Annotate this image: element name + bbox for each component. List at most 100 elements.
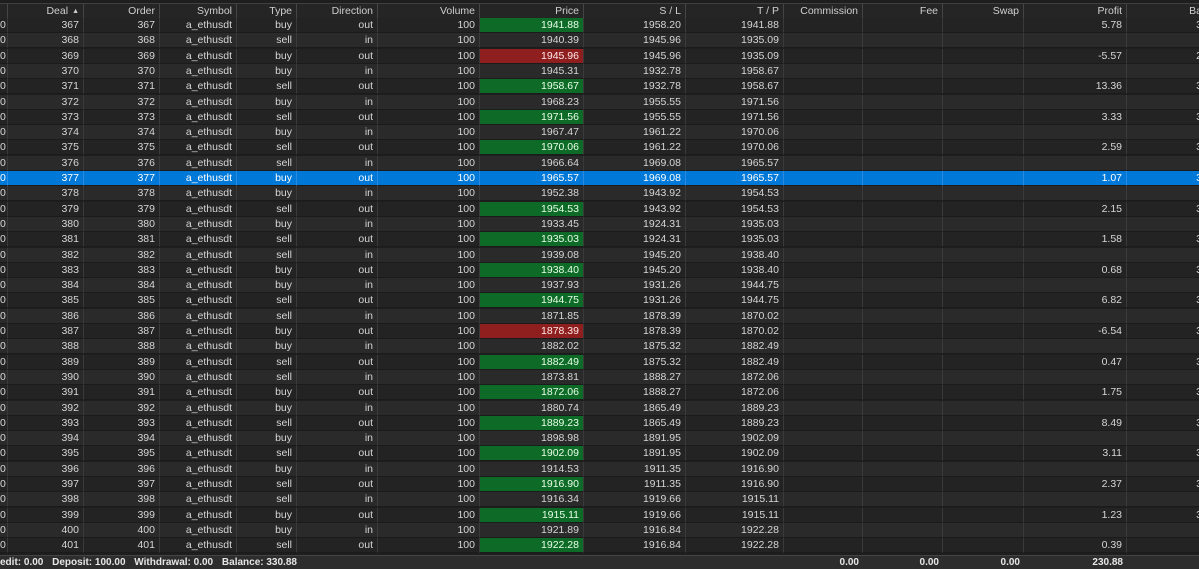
column-header-fee[interactable]: Fee [863, 4, 943, 19]
column-header-balance[interactable]: Ba [1127, 4, 1199, 19]
table-row[interactable]: 0 383 383 a_ethusdt buy out 100 1938.40 1945.20 1… [0, 262, 1199, 278]
column-header-tp[interactable]: T / P [686, 4, 784, 19]
column-header-label: Ba [1189, 5, 1199, 17]
cell-commission [784, 400, 863, 416]
cell-commission [784, 461, 863, 477]
cell-symbol: a_ethusdt [160, 278, 237, 294]
cell-tp: 1941.88 [686, 18, 784, 33]
cell-sl: 1875.32 [584, 339, 686, 355]
cell-order: 398 [84, 492, 160, 508]
cell-profit: 1.75 [1024, 385, 1127, 401]
cell-sl: 1875.32 [584, 354, 686, 370]
cell-deal: 397 [8, 477, 84, 492]
column-header-profit[interactable]: Profit [1024, 4, 1127, 19]
cell-commission [784, 324, 863, 339]
cell-volume: 100 [378, 415, 480, 431]
table-row[interactable]: 0 396 396 a_ethusdt buy in 100 1914.53 1911.35 19… [0, 461, 1199, 477]
cell-commission [784, 522, 863, 538]
table-row[interactable]: 0 386 386 a_ethusdt sell in 100 1871.85 1878.39 1… [0, 308, 1199, 324]
cell-sl: 1969.08 [584, 155, 686, 171]
table-row[interactable]: 0 378 378 a_ethusdt buy in 100 1952.38 1943.92 19… [0, 186, 1199, 202]
column-header-direction[interactable]: Direction [297, 4, 378, 19]
column-header-swap[interactable]: Swap [943, 4, 1024, 19]
table-row[interactable]: 0 379 379 a_ethusdt sell out 100 1954.53 1943.92… [0, 201, 1199, 217]
table-row[interactable]: 0 391 391 a_ethusdt buy out 100 1872.06 1888.27 1… [0, 385, 1199, 401]
table-row-selected[interactable]: 0 377 377 a_ethusdt buy out 100 1965.57 1969.08 1… [0, 171, 1199, 186]
table-row[interactable]: 0 400 400 a_ethusdt buy in 100 1921.89 1916.84 19… [0, 522, 1199, 538]
table-row[interactable]: 0 397 397 a_ethusdt sell out 100 1916.90 1911.35… [0, 477, 1199, 492]
cell-commission [784, 278, 863, 294]
table-row[interactable]: 0 367 367 a_ethusdt buy out 100 1941.88 1958.20 1… [0, 18, 1199, 33]
cell-commission [784, 216, 863, 232]
table-row[interactable]: 0 382 382 a_ethusdt sell in 100 1939.08 1945.20 1… [0, 247, 1199, 263]
table-row[interactable]: 0 387 387 a_ethusdt buy out 100 1878.39 1878.39 1… [0, 324, 1199, 339]
cell-deal: 381 [8, 232, 84, 248]
cell-volume: 100 [378, 278, 480, 294]
column-header-sl[interactable]: S / L [584, 4, 686, 19]
cell-profit [1024, 339, 1127, 355]
cell-profit [1024, 400, 1127, 416]
cell-direction: out [297, 262, 378, 278]
table-row[interactable]: 0 398 398 a_ethusdt sell in 100 1916.34 1919.66 1… [0, 492, 1199, 508]
cell-fee [863, 446, 943, 462]
cell-profit [1024, 278, 1127, 294]
table-row[interactable]: 0 369 369 a_ethusdt buy out 100 1945.96 1945.96 1… [0, 48, 1199, 64]
cell-commission [784, 201, 863, 217]
table-row[interactable]: 0 389 389 a_ethusdt sell out 100 1882.49 1875.32… [0, 354, 1199, 370]
table-row[interactable]: 0 401 401 a_ethusdt sell out 100 1922.28 1916.84… [0, 538, 1199, 554]
column-header-type[interactable]: Type [237, 4, 297, 19]
cell-deal: 374 [8, 125, 84, 141]
cell-direction: out [297, 18, 378, 33]
table-row[interactable]: 0 381 381 a_ethusdt sell out 100 1935.03 1924.31… [0, 232, 1199, 248]
table-row[interactable]: 0 370 370 a_ethusdt buy in 100 1945.31 1932.78 19… [0, 63, 1199, 79]
column-header-commission[interactable]: Commission [784, 4, 863, 19]
cell-commission [784, 477, 863, 492]
cell-fee [863, 400, 943, 416]
table-row[interactable]: 0 371 371 a_ethusdt sell out 100 1958.67 1932.78… [0, 79, 1199, 95]
cell-commission [784, 507, 863, 523]
cell-price: 1933.45 [480, 216, 584, 232]
cell-time: 0 [0, 415, 8, 431]
cell-tp: 1971.56 [686, 94, 784, 110]
table-row[interactable]: 0 375 375 a_ethusdt sell out 100 1970.06 1961.22… [0, 140, 1199, 156]
table-row[interactable]: 0 390 390 a_ethusdt sell in 100 1873.81 1888.27 1… [0, 369, 1199, 385]
cell-deal: 373 [8, 109, 84, 125]
cell-direction: in [297, 125, 378, 141]
column-header-price[interactable]: Price [480, 4, 584, 19]
cell-symbol: a_ethusdt [160, 18, 237, 33]
table-row[interactable]: 0 380 380 a_ethusdt buy in 100 1933.45 1924.31 19… [0, 216, 1199, 232]
cell-commission [784, 109, 863, 125]
cell-commission [784, 48, 863, 64]
table-row[interactable]: 0 384 384 a_ethusdt buy in 100 1937.93 1931.26 19… [0, 278, 1199, 294]
cell-volume: 100 [378, 18, 480, 33]
table-row[interactable]: 0 385 385 a_ethusdt sell out 100 1944.75 1931.26… [0, 293, 1199, 309]
cell-swap [943, 109, 1024, 125]
table-row[interactable]: 0 394 394 a_ethusdt buy in 100 1898.98 1891.95 19… [0, 431, 1199, 447]
table-row[interactable]: 0 395 395 a_ethusdt sell out 100 1902.09 1891.95… [0, 446, 1199, 462]
cell-fee [863, 492, 943, 508]
cell-balance: 3 [1127, 385, 1199, 401]
cell-sl: 1891.95 [584, 431, 686, 447]
column-header-deal[interactable]: Deal ▲ [8, 4, 84, 19]
table-row[interactable]: 0 372 372 a_ethusdt buy in 100 1968.23 1955.55 19… [0, 94, 1199, 110]
column-header-order[interactable]: Order [84, 4, 160, 19]
table-row[interactable]: 0 374 374 a_ethusdt buy in 100 1967.47 1961.22 19… [0, 125, 1199, 141]
cell-order: 395 [84, 446, 160, 462]
column-header-volume[interactable]: Volume [378, 4, 480, 19]
cell-commission [784, 79, 863, 95]
cell-direction: out [297, 477, 378, 492]
table-row[interactable]: 0 393 393 a_ethusdt sell out 100 1889.23 1865.49… [0, 415, 1199, 431]
cell-direction: out [297, 324, 378, 339]
cell-time: 0 [0, 446, 8, 462]
cell-order: 400 [84, 522, 160, 538]
column-header-symbol[interactable]: Symbol [160, 4, 237, 19]
table-row[interactable]: 0 388 388 a_ethusdt buy in 100 1882.02 1875.32 18… [0, 339, 1199, 355]
table-row[interactable]: 0 373 373 a_ethusdt sell out 100 1971.56 1955.55… [0, 109, 1199, 125]
cell-sl: 1943.92 [584, 201, 686, 217]
table-row[interactable]: 0 392 392 a_ethusdt buy in 100 1880.74 1865.49 18… [0, 400, 1199, 416]
table-row[interactable]: 0 376 376 a_ethusdt sell in 100 1966.64 1969.08 1… [0, 155, 1199, 171]
column-header-time[interactable] [0, 4, 8, 19]
cell-profit: -5.57 [1024, 48, 1127, 64]
table-row[interactable]: 0 368 368 a_ethusdt sell in 100 1940.39 1945.96 1… [0, 33, 1199, 49]
table-row[interactable]: 0 399 399 a_ethusdt buy out 100 1915.11 1919.66 1… [0, 507, 1199, 523]
